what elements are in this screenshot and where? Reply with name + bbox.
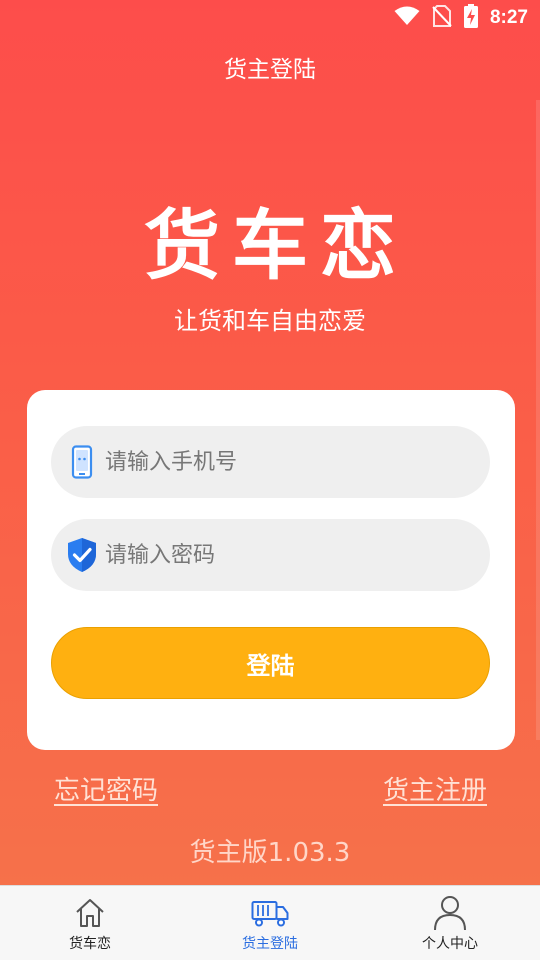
tab-home-label: 货车恋 (69, 936, 111, 952)
login-screen: 8:27 货主登陆 货车恋 让货和车自由恋爱 请输入手机号 登陆 忘记密码 货主… (0, 0, 540, 885)
brand-slogan: 让货和车自由恋爱 (174, 307, 366, 335)
version-label: 货主版1.03.3 (189, 838, 351, 868)
register-link[interactable]: 货主注册 (383, 770, 487, 807)
battery-charging-icon (463, 4, 478, 32)
tab-shipper-login-label: 货主登陆 (242, 936, 298, 952)
tab-home[interactable]: 货车恋 (0, 886, 180, 960)
password-input[interactable] (105, 535, 465, 575)
password-field[interactable] (51, 519, 490, 591)
brand-name: 货车恋 (144, 201, 408, 290)
tab-shipper-login[interactable]: 货主登陆 (180, 886, 360, 960)
status-icons: 8:27 (394, 4, 528, 32)
phone-input[interactable] (105, 442, 465, 482)
page-title: 货主登陆 (224, 57, 316, 83)
person-icon (433, 894, 467, 932)
tab-profile-label: 个人中心 (422, 936, 478, 952)
no-sim-icon (432, 5, 452, 31)
status-bar: 8:27 (0, 0, 540, 36)
status-time: 8:27 (489, 7, 528, 28)
login-card: 登陆 (27, 390, 515, 750)
home-icon (74, 894, 106, 932)
tab-profile[interactable]: 个人中心 (360, 886, 540, 960)
shield-check-icon (65, 537, 99, 573)
phone-icon (65, 444, 99, 480)
bottom-tab-bar: 货车恋 货主登陆 个人中心 (0, 885, 540, 960)
truck-icon (251, 894, 289, 932)
wifi-icon (394, 6, 420, 30)
forgot-password-link[interactable]: 忘记密码 (54, 770, 158, 807)
phone-field[interactable] (51, 426, 490, 498)
login-button[interactable]: 登陆 (51, 627, 490, 699)
